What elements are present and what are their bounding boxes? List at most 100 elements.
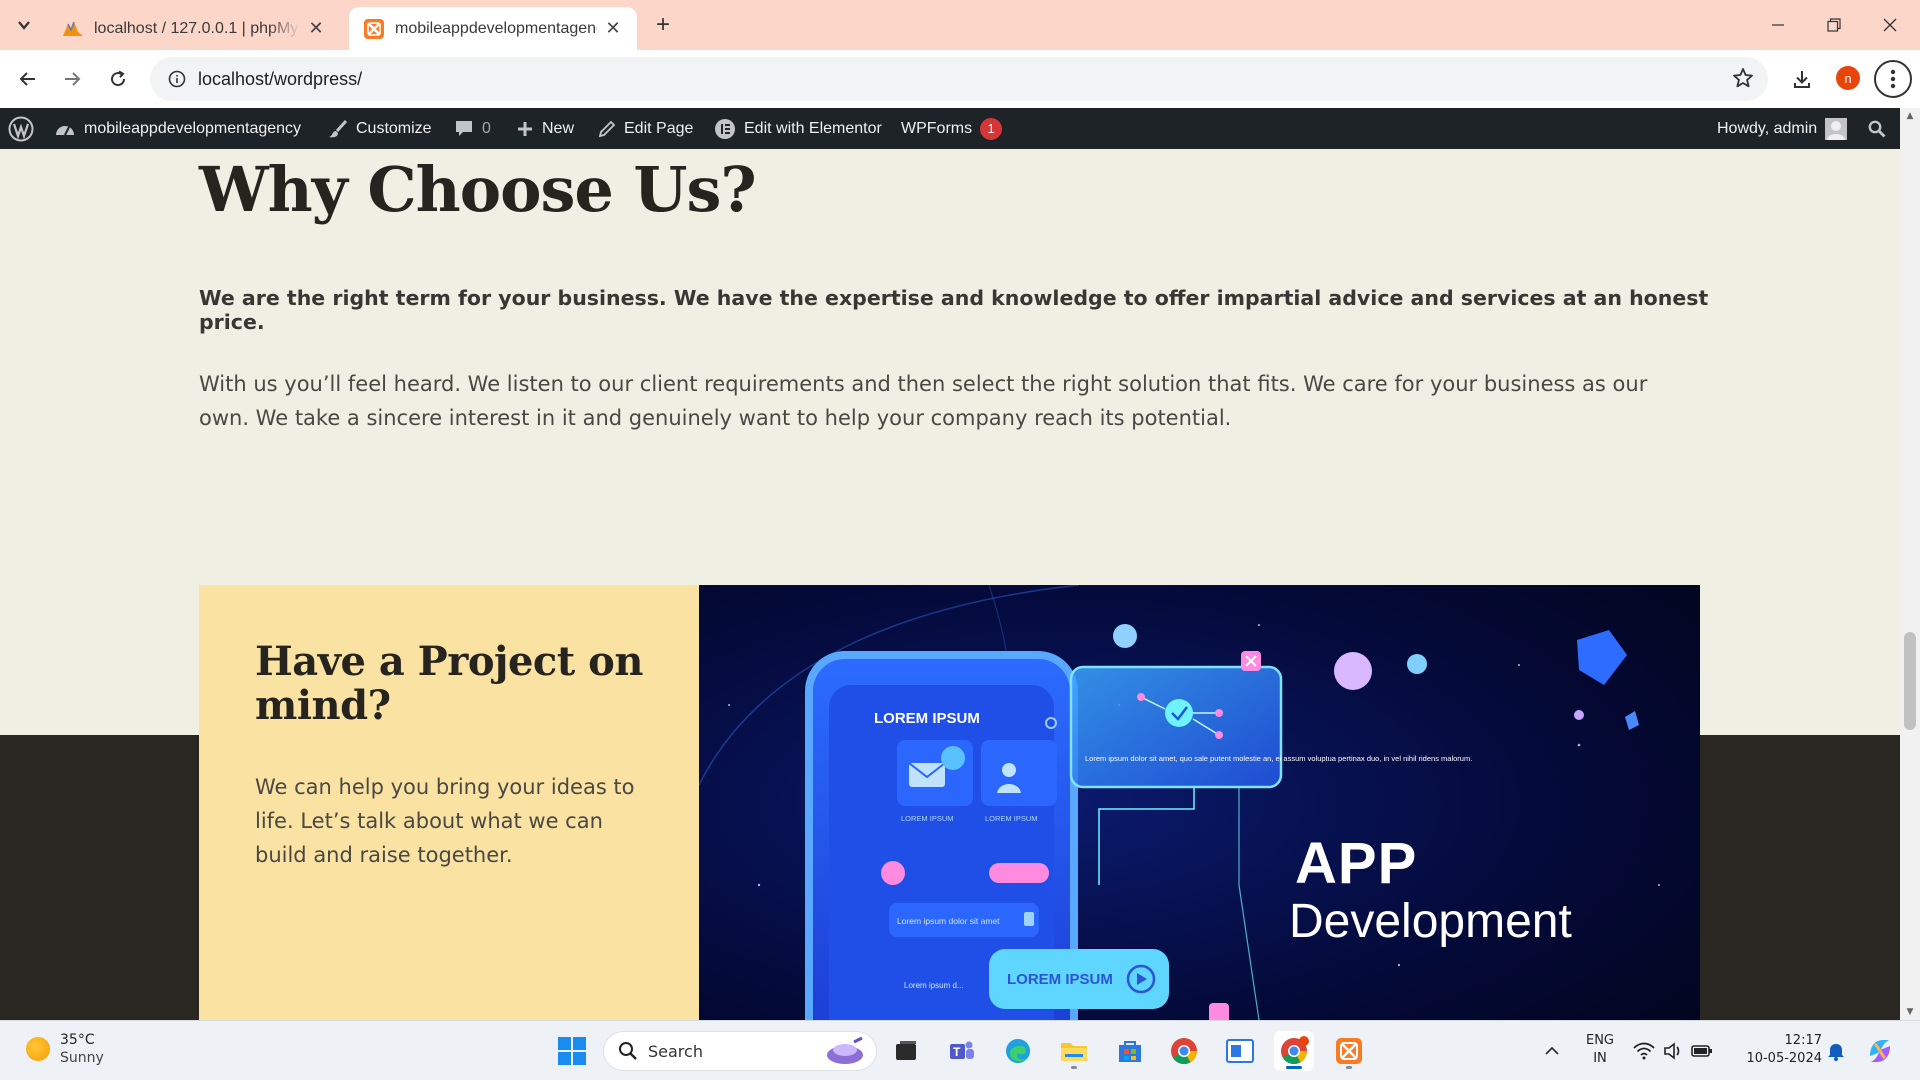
downloads-button[interactable]: [1786, 63, 1818, 95]
scroll-up-arrow[interactable]: ▲: [1900, 108, 1920, 124]
clock[interactable]: 12:17 10-05-2024: [1732, 1032, 1822, 1068]
scroll-down-arrow[interactable]: ▼: [1900, 1004, 1920, 1020]
profile-avatar[interactable]: n: [1836, 66, 1860, 90]
search-highlight-icon: [827, 1036, 863, 1064]
new-label: New: [542, 119, 575, 137]
edit-page-link[interactable]: Edit Page: [598, 108, 693, 149]
comments-link[interactable]: 0: [454, 108, 491, 149]
browser-tab-strip: localhost / 127.0.0.1 | phpMyAdmin ✕ mob…: [0, 0, 1920, 50]
forward-button[interactable]: [56, 63, 88, 95]
language-top: ENG: [1585, 1033, 1614, 1048]
clock-time: 12:17: [1784, 1033, 1822, 1048]
back-button[interactable]: [12, 63, 44, 95]
file-explorer-button[interactable]: [1054, 1031, 1094, 1071]
address-bar[interactable]: localhost/wordpress/: [150, 57, 1768, 101]
restore-icon: [1827, 18, 1841, 32]
site-name-link[interactable]: mobileappdevelopmentagency: [54, 108, 301, 149]
search-placeholder: Search: [648, 1041, 703, 1061]
plus-icon: [518, 121, 532, 136]
notifications-button[interactable]: [1816, 1031, 1856, 1071]
close-icon[interactable]: ✕: [306, 18, 326, 39]
svg-text:T: T: [953, 1045, 961, 1059]
scrollbar-thumb[interactable]: [1904, 632, 1916, 730]
hero-button-text: LOREM IPSUM: [1007, 971, 1113, 988]
minimize-button[interactable]: [1750, 0, 1806, 50]
xampp-button[interactable]: [1329, 1031, 1369, 1071]
store-button[interactable]: [1110, 1031, 1150, 1071]
edit-elementor-link[interactable]: Edit with Elementor: [714, 108, 882, 149]
hero-card-text: Lorem ipsum dolor sit amet, quo sale put…: [1085, 754, 1472, 763]
taskbar-search-input[interactable]: Search: [603, 1031, 877, 1071]
phpmyadmin-icon: [62, 18, 84, 40]
chevron-up-icon: [1545, 1046, 1559, 1055]
why-choose-us-heading: Why Choose Us?: [199, 153, 757, 226]
active-indicator: [1286, 1066, 1302, 1069]
tab-search-button[interactable]: [8, 9, 40, 41]
browser-menu-button[interactable]: [1874, 60, 1912, 98]
edge-icon: [1006, 1039, 1030, 1063]
wpforms-link[interactable]: WPForms 1: [901, 108, 1003, 149]
running-indicator: [1346, 1066, 1352, 1069]
tab-mobileappdevelopmentagency[interactable]: mobileappdevelopmentagency ✕: [349, 7, 637, 50]
new-content-link[interactable]: New: [516, 108, 574, 149]
edge-button[interactable]: [998, 1031, 1038, 1071]
hero-row-text: Lorem ipsum dolor sit amet: [897, 916, 1000, 926]
weather-widget[interactable]: 35°C Sunny: [26, 1031, 104, 1067]
lead-paragraph: We are the right term for your business.…: [199, 286, 1709, 334]
project-card: Have a Project on mind? We can help you …: [199, 585, 699, 1020]
language-bottom: IN: [1593, 1051, 1607, 1066]
browser-toolbar: localhost/wordpress/: [0, 50, 1920, 108]
hero-phone-header: LOREM IPSUM: [874, 710, 980, 727]
download-icon: [1794, 71, 1810, 88]
comment-icon: [456, 120, 472, 136]
teams-button[interactable]: T: [942, 1031, 982, 1071]
reload-button[interactable]: [102, 63, 134, 95]
project-text: We can help you bring your ideas to life…: [255, 775, 635, 867]
chrome-icon: [1171, 1038, 1198, 1065]
start-button[interactable]: [552, 1031, 592, 1071]
customize-link[interactable]: Customize: [328, 108, 432, 149]
bookmark-star-icon[interactable]: [1732, 67, 1754, 93]
copilot-button[interactable]: [1860, 1031, 1900, 1071]
wpforms-notification-badge: 1: [980, 117, 1003, 140]
close-window-button[interactable]: [1862, 0, 1918, 50]
paintbrush-icon: [329, 119, 348, 137]
more-vertical-icon: [1890, 69, 1896, 89]
task-view-button[interactable]: [886, 1031, 926, 1071]
volume-icon: [1664, 1042, 1680, 1060]
minimize-icon: [1772, 24, 1784, 26]
xampp-icon: [1336, 1038, 1362, 1064]
new-tab-button[interactable]: +: [648, 10, 678, 40]
pencil-icon: [598, 120, 616, 137]
url-text[interactable]: localhost/wordpress/: [198, 69, 362, 90]
edit-elementor-label: Edit with Elementor: [744, 119, 882, 137]
chrome-profile-button[interactable]: [1274, 1031, 1314, 1071]
wordpress-logo-button[interactable]: [8, 108, 34, 149]
hero-subtitle: Development: [1289, 895, 1572, 948]
task-view-icon: [896, 1041, 916, 1060]
close-icon[interactable]: ✕: [603, 18, 623, 39]
tab-title: mobileappdevelopmentagency: [395, 19, 597, 37]
search-icon: [619, 1042, 637, 1060]
running-indicator: [1071, 1066, 1077, 1069]
avatar: [1825, 117, 1848, 140]
my-account-link[interactable]: Howdy, admin: [1717, 108, 1848, 149]
windows-taskbar: 35°C Sunny Search T ENG IN 12:17 10-05-2…: [0, 1020, 1920, 1080]
page-scrollbar[interactable]: ▲ ▼: [1900, 108, 1920, 1020]
show-hidden-icons-button[interactable]: [1532, 1031, 1572, 1071]
teams-icon: T: [950, 1041, 974, 1059]
hero-title: APP: [1295, 831, 1417, 896]
remote-desktop-button[interactable]: [1220, 1031, 1260, 1071]
hero-bottom-text: Lorem ipsum d...: [904, 981, 964, 990]
windows-icon: [558, 1037, 586, 1065]
window-app-icon: [1226, 1039, 1254, 1063]
site-info-icon[interactable]: [156, 70, 198, 88]
clock-date: 10-05-2024: [1746, 1051, 1822, 1066]
arrow-left-icon: [19, 72, 35, 86]
chrome-button[interactable]: [1164, 1031, 1204, 1071]
restore-button[interactable]: [1806, 0, 1862, 50]
admin-search-button[interactable]: [1868, 108, 1886, 149]
language-indicator[interactable]: ENG IN: [1580, 1032, 1620, 1068]
quick-settings-button[interactable]: [1628, 1031, 1718, 1071]
tab-phpmyadmin[interactable]: localhost / 127.0.0.1 | phpMyAdmin ✕: [48, 7, 340, 50]
